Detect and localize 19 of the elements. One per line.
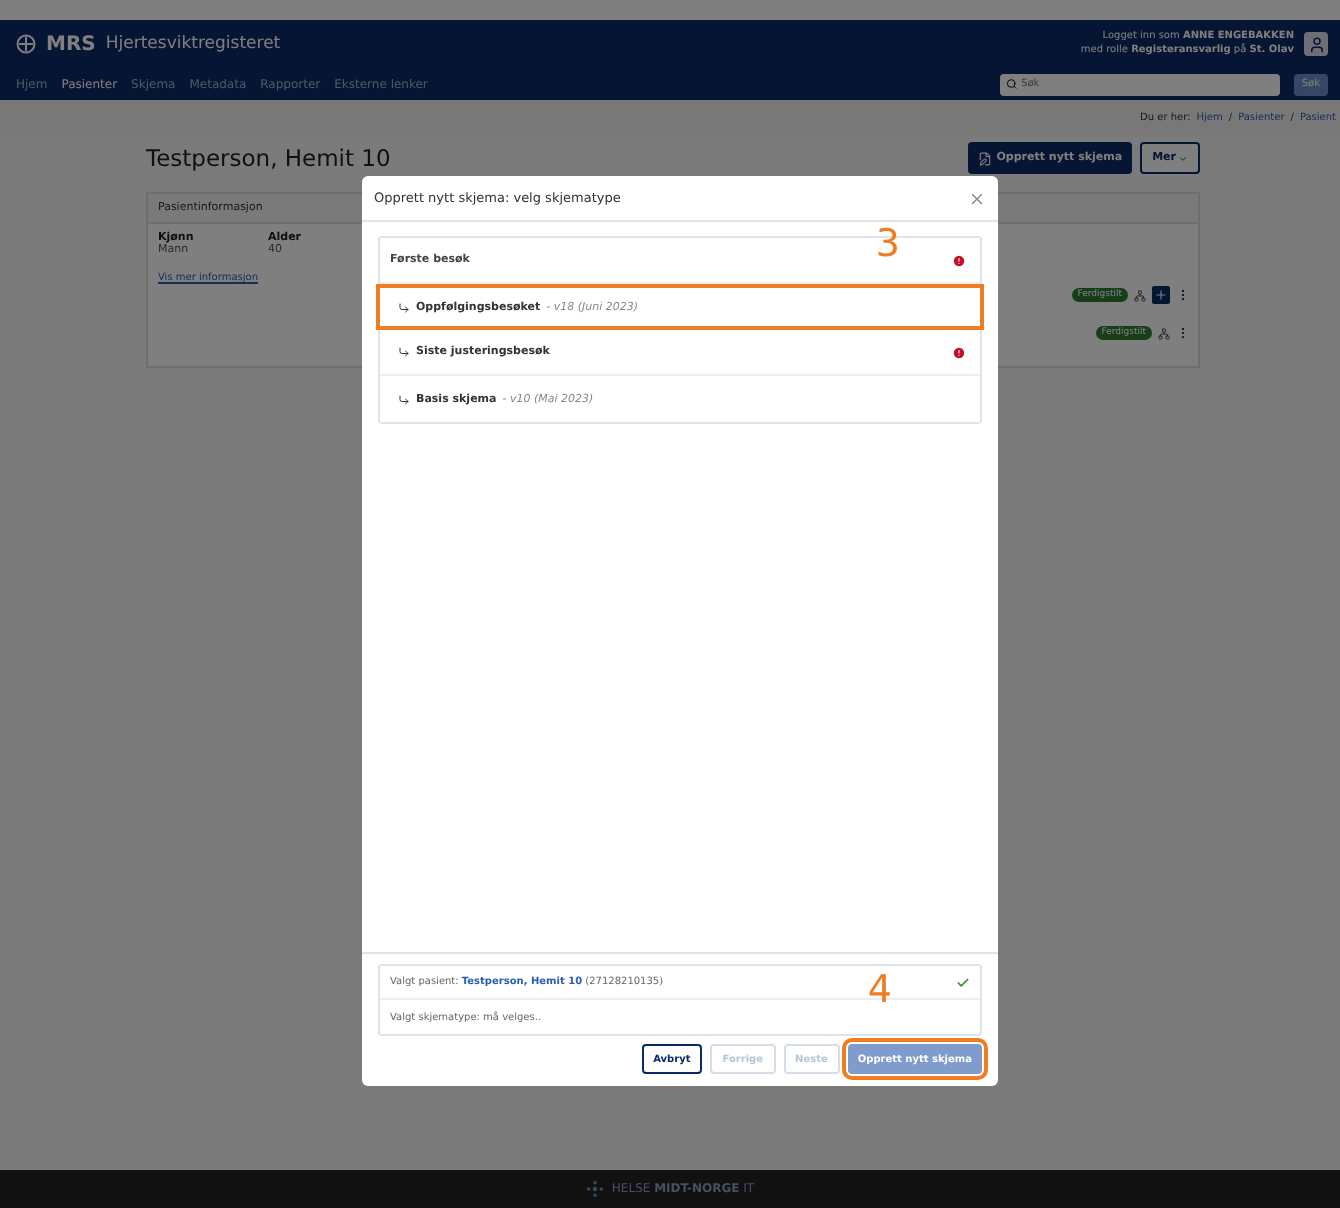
form-edit-icon [978, 151, 993, 165]
indent-arrow-icon [398, 393, 410, 405]
patient-name: Testperson, Hemit 10 [146, 144, 391, 172]
warning-icon [952, 345, 966, 359]
user-avatar[interactable] [1304, 32, 1328, 56]
close-button[interactable] [968, 189, 986, 207]
search-icon [1005, 78, 1018, 90]
registry-title: Hjertesviktregisteret [105, 34, 281, 54]
indent-arrow-icon [398, 301, 410, 313]
step-number: 4 [867, 972, 892, 1010]
hierarchy-icon[interactable] [1134, 289, 1146, 301]
caret-icon [1178, 153, 1188, 163]
add-button[interactable] [1152, 286, 1170, 304]
hierarchy-icon[interactable] [1158, 327, 1170, 339]
indent-arrow-icon [398, 346, 410, 358]
brand-logo[interactable]: MRS [46, 33, 96, 55]
warning-icon [952, 253, 966, 267]
logo-icon [16, 34, 36, 54]
dots-logo-icon [585, 1180, 604, 1198]
